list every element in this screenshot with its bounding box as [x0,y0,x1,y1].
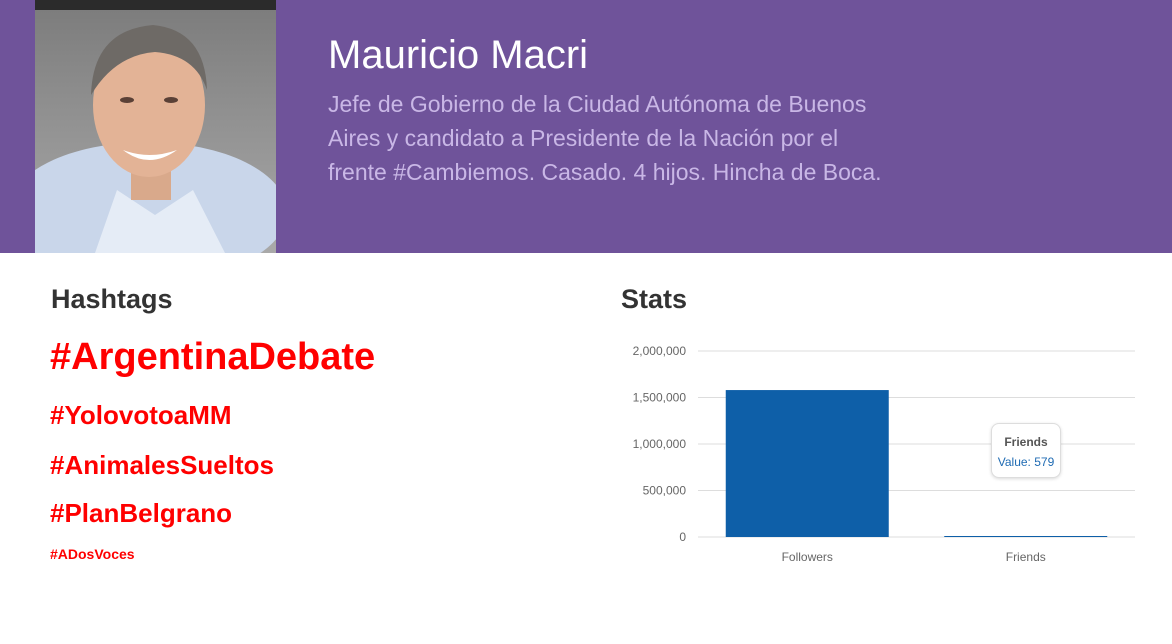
chart-y-tick-label: 0 [679,530,686,544]
profile-name: Mauricio Macri [328,33,589,77]
chart-bar[interactable] [725,390,889,537]
hashtag-item[interactable]: #ADosVoces [50,546,135,562]
hashtag-item[interactable]: #AnimalesSueltos [50,450,274,481]
chart-x-tick-label: Followers [782,550,833,564]
profile-header: Mauricio Macri Jefe de Gobierno de la Ci… [0,0,1172,253]
profile-avatar [35,0,276,253]
chart-y-tick-label: 1,500,000 [633,391,687,405]
hashtag-item[interactable]: #YolovotoaMM [50,400,232,431]
chart-tooltip: Friends Value: 579 [991,423,1061,478]
chart-bar[interactable] [944,536,1108,537]
tooltip-value: Value: 579 [997,455,1055,469]
profile-bio: Jefe de Gobierno de la Ciudad Autónoma d… [328,91,882,185]
hashtag-item[interactable]: #ArgentinaDebate [50,336,375,379]
chart-y-tick-label: 500,000 [643,484,687,498]
hashtag-item[interactable]: #PlanBelgrano [50,498,232,529]
chart-x-tick-label: Friends [1006,550,1046,564]
stats-bar-chart[interactable]: 0 500,000 1,000,000 1,500,000 2,000,000 Follo… [620,336,1160,576]
tooltip-title: Friends [1004,435,1048,449]
stats-title: Stats [621,284,688,314]
chart-y-tick-label: 1,000,000 [633,437,687,451]
hashtags-title: Hashtags [51,284,173,314]
chart-y-tick-label: 2,000,000 [633,344,687,358]
